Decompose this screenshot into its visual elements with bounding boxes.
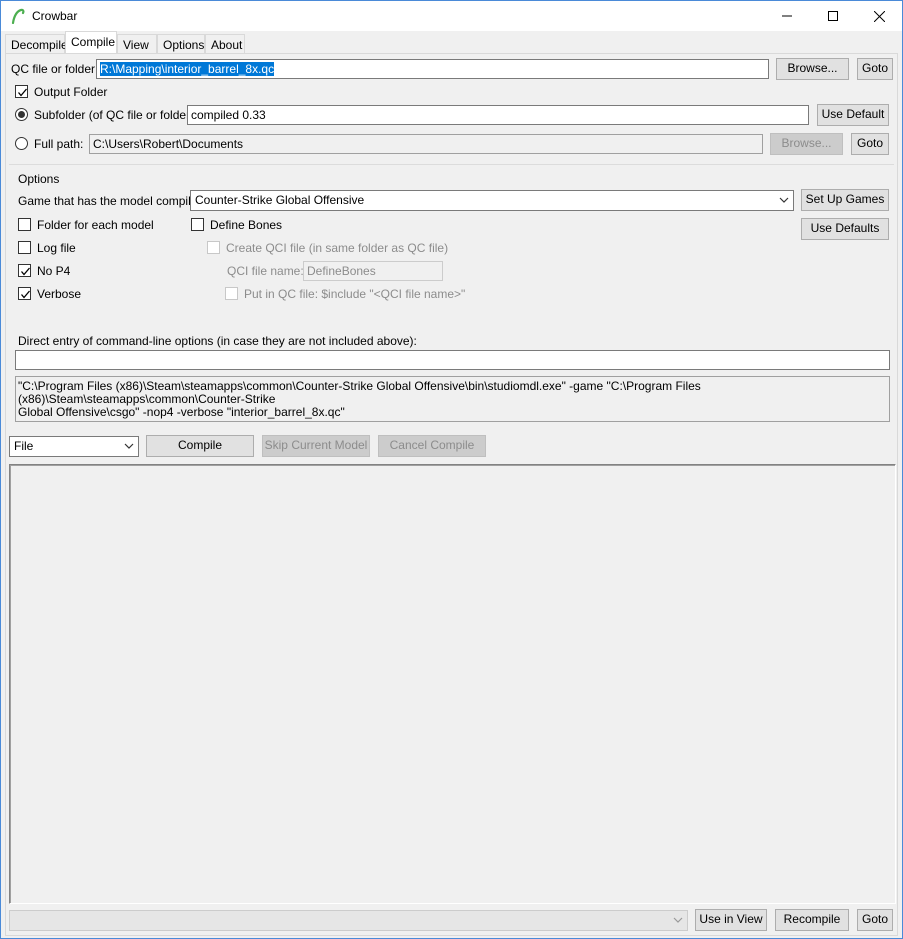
fullpath-input[interactable]: C:\Users\Robert\Documents [89, 134, 763, 154]
qc-goto-button[interactable]: Goto [857, 58, 893, 80]
direct-entry-input[interactable] [15, 350, 890, 370]
command-line-preview: "C:\Program Files (x86)\Steam\steamapps\… [15, 376, 890, 422]
command-line-text-2: Global Offensive\csgo" -nop4 -verbose "i… [18, 405, 345, 419]
no-p4-label: No P4 [37, 264, 71, 278]
close-icon [873, 10, 885, 22]
direct-entry-label: Direct entry of command-line options (in… [18, 334, 417, 348]
subfolder-label: Subfolder (of QC file or folder): [34, 108, 198, 122]
fullpath-label: Full path: [34, 137, 84, 151]
fullpath-browse-button[interactable]: Browse... [770, 133, 843, 155]
tab-options[interactable]: Options [157, 34, 205, 54]
crowbar-window: Crowbar Decompile Compile View Options A… [0, 0, 903, 939]
tab-label: About [211, 38, 243, 52]
subfolder-input[interactable]: compiled 0.33 [187, 105, 809, 125]
tab-view[interactable]: View [117, 34, 157, 54]
compile-mode-value: File [14, 439, 34, 453]
qc-file-value: R:\Mapping\interior_barrel_8x.qc [100, 62, 275, 76]
compiled-files-select[interactable] [9, 910, 688, 931]
put-in-qc-checkbox[interactable] [225, 287, 238, 300]
window-title: Crowbar [32, 9, 78, 23]
game-select-value: Counter-Strike Global Offensive [195, 193, 365, 207]
verbose-label: Verbose [37, 287, 82, 301]
cancel-compile-button[interactable]: Cancel Compile [378, 435, 486, 457]
skip-current-model-button[interactable]: Skip Current Model [262, 435, 370, 457]
use-in-view-button[interactable]: Use in View [695, 909, 767, 931]
maximize-button[interactable] [810, 1, 856, 31]
compile-log-area[interactable] [9, 464, 896, 904]
qc-file-label: QC file or folder: [11, 62, 99, 76]
use-defaults-button[interactable]: Use Defaults [801, 218, 889, 240]
define-bones-checkbox[interactable] [191, 218, 204, 231]
recompile-button[interactable]: Recompile [775, 909, 849, 931]
checkmark-icon [21, 267, 30, 276]
output-folder-checkbox[interactable] [15, 85, 28, 98]
minimize-button[interactable] [764, 1, 810, 31]
qci-name-label: QCI file name: [227, 264, 304, 278]
checkmark-icon [18, 88, 27, 97]
create-qci-label: Create QCI file (in same folder as QC fi… [226, 241, 449, 255]
tab-label: View [123, 38, 149, 52]
log-file-checkbox[interactable] [18, 241, 31, 254]
qc-browse-button[interactable]: Browse... [776, 58, 849, 80]
qci-name-input[interactable]: DefineBones [303, 261, 443, 281]
tab-decompile[interactable]: Decompile [5, 34, 68, 54]
tab-label: Options [163, 38, 205, 52]
checkmark-icon [21, 290, 30, 299]
chevron-down-icon [779, 197, 789, 203]
subfolder-radio[interactable] [15, 108, 28, 121]
minimize-icon [782, 15, 792, 17]
put-in-qc-label: Put in QC file: $include "<QCI file name… [244, 287, 466, 301]
options-group-label: Options [18, 172, 60, 186]
compile-button[interactable]: Compile [146, 435, 254, 457]
folder-each-model-checkbox[interactable] [18, 218, 31, 231]
command-line-text-1: "C:\Program Files (x86)\Steam\steamapps\… [18, 379, 701, 406]
define-bones-label: Define Bones [210, 218, 283, 232]
tab-about[interactable]: About [205, 34, 245, 54]
create-qci-checkbox[interactable] [207, 241, 220, 254]
chevron-down-icon [673, 917, 683, 923]
chevron-down-icon [124, 443, 134, 449]
crowbar-logo-icon [11, 8, 25, 24]
title-bar: Crowbar [1, 1, 902, 31]
set-up-games-button[interactable]: Set Up Games [801, 189, 889, 211]
compile-mode-select[interactable]: File [9, 436, 139, 457]
log-file-label: Log file [37, 241, 76, 255]
fullpath-goto-button[interactable]: Goto [851, 133, 889, 155]
verbose-checkbox[interactable] [18, 287, 31, 300]
radio-selected-dot [18, 111, 25, 118]
use-default-button[interactable]: Use Default [817, 104, 889, 126]
tab-label: Compile [71, 35, 116, 49]
game-label: Game that has the model compiler: [18, 194, 205, 208]
tab-label: Decompile [11, 38, 68, 52]
maximize-icon [828, 11, 838, 21]
tab-compile[interactable]: Compile [65, 31, 117, 54]
fullpath-radio[interactable] [15, 137, 28, 150]
qc-file-input[interactable]: R:\Mapping\interior_barrel_8x.qc [96, 59, 769, 79]
game-select[interactable]: Counter-Strike Global Offensive [190, 190, 794, 211]
folder-each-model-label: Folder for each model [37, 218, 154, 232]
bottom-goto-button[interactable]: Goto [857, 909, 893, 931]
output-folder-label: Output Folder [34, 85, 108, 99]
group-divider [9, 164, 894, 165]
no-p4-checkbox[interactable] [18, 264, 31, 277]
close-button[interactable] [856, 1, 902, 31]
